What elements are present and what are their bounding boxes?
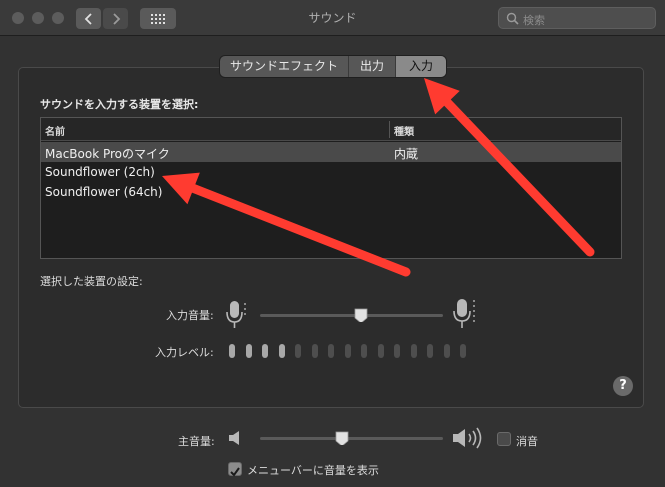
level-bar — [460, 344, 466, 358]
column-header-name[interactable]: 名前 — [45, 123, 65, 138]
output-volume-slider[interactable] — [260, 437, 443, 440]
mute-checkbox[interactable] — [497, 432, 511, 446]
level-bar — [361, 344, 367, 358]
tab-sound-effects[interactable]: サウンドエフェクト — [220, 56, 349, 77]
input-level-label: 入力レベル: — [155, 346, 214, 359]
table-row[interactable]: Soundflower (64ch) — [41, 182, 621, 202]
speaker-low-icon — [229, 431, 239, 445]
show-volume-in-menubar-checkbox[interactable] — [228, 462, 242, 477]
device-select-heading: サウンドを入力する装置を選択: — [40, 98, 199, 111]
input-volume-slider-thumb[interactable] — [354, 308, 368, 322]
speaker-high-icon — [453, 427, 482, 449]
tab-output[interactable]: 出力 — [349, 56, 396, 77]
microphone-high-icon — [453, 299, 475, 328]
tab-bar: サウンドエフェクト 出力 入力 — [220, 56, 446, 77]
level-bar — [311, 344, 318, 358]
help-button[interactable]: ? — [613, 376, 633, 396]
output-volume-label: 主音量: — [178, 435, 215, 448]
level-bar — [262, 344, 268, 358]
level-bar — [295, 344, 301, 358]
level-bar — [245, 344, 252, 358]
level-bar — [410, 344, 417, 358]
level-bar — [377, 344, 384, 358]
search-placeholder: 検索 — [523, 14, 545, 27]
output-volume-slider-thumb[interactable] — [335, 431, 349, 445]
level-bar — [328, 344, 334, 358]
device-settings-heading: 選択した装置の設定: — [40, 275, 143, 288]
tab-input[interactable]: 入力 — [396, 56, 446, 77]
device-table[interactable]: 名前 種類 MacBook Proのマイク 内蔵 Soundflower (2c… — [40, 117, 622, 259]
device-name: Soundflower (64ch) — [45, 185, 163, 199]
search-icon — [506, 12, 519, 25]
table-header: 名前 種類 — [41, 118, 621, 141]
title-bar: サウンド 検索 — [0, 0, 665, 36]
level-bar — [443, 344, 450, 358]
input-volume-label: 入力音量: — [166, 309, 214, 322]
device-name: MacBook Proのマイク — [45, 147, 170, 161]
level-bar — [278, 344, 285, 358]
device-type: 内蔵 — [394, 147, 419, 161]
show-volume-in-menubar-label: メニューバーに音量を表示 — [247, 464, 379, 477]
level-bar — [344, 344, 351, 358]
microphone-low-icon — [226, 301, 246, 328]
device-name: Soundflower (2ch) — [45, 165, 155, 179]
checkmark-icon — [230, 467, 240, 477]
level-bar — [394, 344, 400, 358]
table-row[interactable]: MacBook Proのマイク 内蔵 — [41, 142, 621, 162]
input-volume-slider[interactable] — [260, 314, 443, 317]
column-header-type[interactable]: 種類 — [394, 123, 414, 138]
mute-label: 消音 — [516, 435, 538, 448]
level-bar — [229, 344, 235, 358]
level-bar — [427, 344, 433, 358]
search-input[interactable]: 検索 — [498, 7, 656, 29]
table-row[interactable]: Soundflower (2ch) — [41, 162, 621, 182]
column-divider — [389, 121, 390, 138]
